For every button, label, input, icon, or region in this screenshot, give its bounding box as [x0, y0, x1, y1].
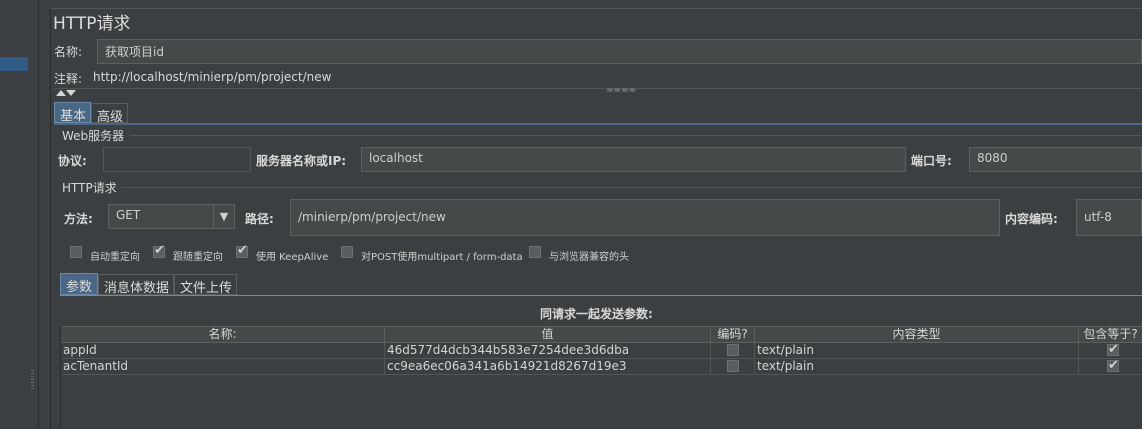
tab-underline — [54, 123, 1142, 125]
protocol-input[interactable] — [103, 147, 251, 172]
http-request-legend: HTTP请求 — [62, 181, 117, 195]
option-follow-redirect-label: 跟随重定向 — [173, 252, 223, 263]
method-label: 方法: — [64, 212, 93, 226]
method-select[interactable]: GET ▼ — [108, 204, 235, 229]
option-multipart-label: 对POST使用multipart / form-data — [361, 252, 523, 263]
checkbox[interactable]: ✔ — [1107, 359, 1119, 373]
grip-icon: ≈≈≈≈ — [606, 86, 637, 96]
expand-arrow-icon[interactable] — [56, 90, 66, 96]
column-header-encode[interactable]: 编码? — [711, 326, 755, 343]
comment-label: 注释: — [54, 72, 83, 86]
http-request-group-line — [121, 187, 1142, 188]
encoding-label: 内容编码: — [1005, 212, 1058, 226]
splitter-grip-icon[interactable] — [31, 370, 34, 390]
collapse-arrow-icon[interactable] — [66, 90, 76, 96]
path-input[interactable]: /minierp/pm/project/new — [290, 199, 1000, 236]
checkbox[interactable] — [727, 360, 739, 372]
param-tab-underline — [60, 295, 1142, 296]
option-keepalive[interactable]: ✔ — [236, 243, 248, 261]
checkmark-icon: ✔ — [154, 243, 165, 258]
chevron-down-icon[interactable]: ▼ — [213, 205, 234, 228]
tab-body-data[interactable]: 消息体数据 — [98, 274, 174, 296]
encoding-input[interactable]: utf-8 — [1076, 199, 1142, 236]
option-keepalive-label: 使用 KeepAlive — [256, 252, 329, 263]
server-label: 服务器名称或IP: — [256, 154, 347, 168]
option-auto-redirect[interactable] — [70, 246, 82, 261]
column-header-content-type[interactable]: 内容类型 — [755, 326, 1079, 343]
table-row-1-value[interactable]: 46d577d4dcb344b583e7254dee3d6dba — [385, 343, 711, 359]
path-label: 路径: — [245, 212, 274, 226]
name-input[interactable]: 获取项目id — [97, 39, 1142, 64]
checkbox[interactable]: ✔ — [236, 243, 248, 258]
checkmark-icon: ✔ — [1108, 343, 1119, 357]
checkbox[interactable] — [727, 344, 739, 356]
pane-splitter[interactable] — [28, 0, 39, 428]
table-row-1-encode[interactable] — [711, 343, 755, 359]
table-row-1-include-equals[interactable]: ✔ — [1079, 343, 1142, 359]
port-label: 端口号: — [911, 154, 952, 168]
comment-input[interactable]: http://localhost/minierp/pm/project/new — [93, 70, 331, 84]
column-header-value[interactable]: 值 — [385, 326, 711, 343]
checkmark-icon: ✔ — [237, 243, 248, 258]
option-multipart[interactable] — [341, 246, 353, 261]
checkbox[interactable] — [341, 246, 353, 258]
option-auto-redirect-label: 自动重定向 — [90, 252, 140, 263]
protocol-label: 协议: — [58, 154, 87, 168]
name-label: 名称: — [54, 45, 83, 59]
table-row-1-content-type[interactable]: text/plain — [755, 343, 1079, 359]
checkbox[interactable] — [70, 246, 82, 258]
checkbox[interactable]: ✔ — [153, 243, 165, 258]
checkbox[interactable] — [529, 246, 541, 258]
server-input[interactable]: localhost — [361, 147, 906, 172]
table-row-1-name[interactable]: appId — [61, 343, 385, 359]
params-title: 同请求一起发送参数: — [540, 307, 653, 321]
checkbox[interactable]: ✔ — [1107, 343, 1119, 357]
collapse-bar[interactable]: ≈≈≈≈ — [54, 86, 1142, 98]
option-follow-redirect[interactable]: ✔ — [153, 243, 165, 261]
tree-selected-item[interactable] — [0, 57, 28, 71]
parameters-table[interactable]: 名称: 值 编码? 内容类型 包含等于? appId 46d577d4dcb34… — [60, 326, 1142, 428]
column-header-name[interactable]: 名称: — [61, 326, 385, 343]
method-value: GET — [116, 208, 141, 222]
option-browser-headers[interactable] — [529, 246, 541, 261]
port-input[interactable]: 8080 — [969, 147, 1142, 172]
tab-file-upload[interactable]: 文件上传 — [174, 274, 237, 296]
table-row-2-content-type[interactable]: text/plain — [755, 359, 1079, 375]
column-header-include-equals[interactable]: 包含等于? — [1079, 326, 1142, 343]
tab-basic[interactable]: 基本 — [54, 102, 91, 124]
tab-parameters[interactable]: 参数 — [60, 273, 98, 295]
checkmark-icon: ✔ — [1108, 359, 1119, 373]
option-browser-headers-label: 与浏览器兼容的头 — [549, 252, 629, 263]
panel-title: HTTP请求 — [53, 14, 131, 34]
table-row-2-encode[interactable] — [711, 359, 755, 375]
web-server-legend: Web服务器 — [62, 129, 125, 143]
tab-advanced[interactable]: 高级 — [91, 103, 128, 125]
table-row-2-include-equals[interactable]: ✔ — [1079, 359, 1142, 375]
table-row-2-name[interactable]: acTenantId — [61, 359, 385, 375]
table-row-2-value[interactable]: cc9ea6ec06a341a6b14921d8267d19e3 — [385, 359, 711, 375]
web-server-group-line — [130, 135, 1142, 136]
